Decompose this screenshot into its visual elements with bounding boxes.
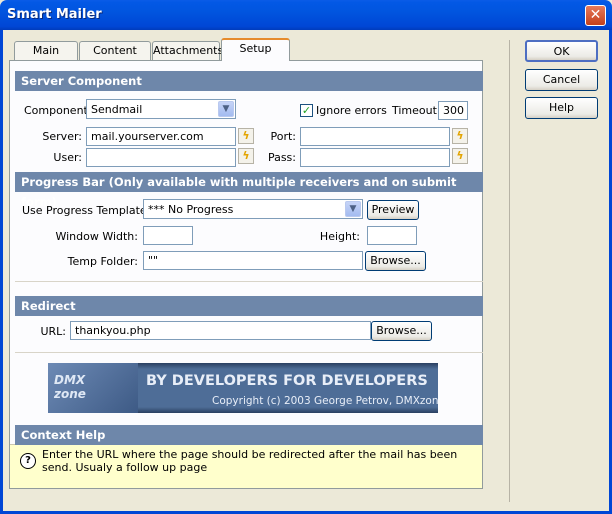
tab-attachments[interactable]: Attachments [152, 41, 223, 60]
window-width-label: Window Width: [55, 230, 138, 243]
chevron-down-icon: ▼ [345, 201, 361, 217]
component-label: Component: [24, 104, 92, 117]
tab-main[interactable]: Main [14, 41, 78, 60]
progress-template-select[interactable]: *** No Progress ▼ [143, 199, 363, 219]
height-input[interactable] [367, 226, 417, 245]
pass-label: Pass: [267, 151, 296, 164]
timeout-input[interactable]: 300 [438, 101, 468, 120]
close-button[interactable]: ✕ [585, 5, 606, 26]
window-width-input[interactable] [143, 226, 193, 245]
temp-folder-browse-button[interactable]: Browse... [365, 251, 426, 271]
tab-setup[interactable]: Setup [221, 38, 290, 61]
server-input[interactable]: mail.yourserver.com [86, 127, 236, 146]
progress-bar-heading: Progress Bar (Only available with multip… [15, 172, 483, 209]
window-frame-left [0, 30, 3, 514]
cancel-button[interactable]: Cancel [525, 69, 598, 91]
progress-template-label: Use Progress Template: [22, 204, 151, 217]
context-help-heading: Context Help [15, 425, 483, 445]
separator-line [509, 40, 510, 502]
port-bolt-icon[interactable]: ϟ [452, 128, 468, 144]
ignore-errors-checkbox[interactable]: ✓ [300, 104, 313, 117]
divider [15, 352, 483, 353]
chevron-down-icon: ▼ [218, 101, 234, 117]
pass-bolt-icon[interactable]: ϟ [452, 148, 468, 164]
dmxzone-banner: DMX zone BY DEVELOPERS FOR DEVELOPERS Co… [48, 363, 438, 413]
dmxzone-logo: DMX zone [48, 363, 138, 413]
url-input[interactable]: thankyou.php [70, 321, 371, 340]
port-label: Port: [270, 130, 296, 143]
height-label: Height: [319, 230, 360, 243]
ignore-errors-label: Ignore errors [316, 104, 387, 117]
redirect-heading: Redirect [15, 296, 483, 316]
server-label: Server: [42, 130, 82, 143]
timeout-label: Timeout: [392, 104, 441, 117]
close-icon: ✕ [589, 7, 602, 23]
context-help-text: Enter the URL where the page should be r… [42, 448, 458, 474]
user-label: User: [53, 151, 82, 164]
component-select[interactable]: Sendmail ▼ [86, 99, 236, 119]
window-title: Smart Mailer [7, 7, 102, 22]
server-component-heading: Server Component [15, 71, 483, 91]
logo-text-zone: zone [54, 387, 86, 401]
tab-content[interactable]: Content [79, 41, 151, 60]
preview-button[interactable]: Preview [367, 200, 419, 220]
url-browse-button[interactable]: Browse... [371, 321, 432, 341]
banner-copyright: Copyright (c) 2003 George Petrov, DMXzon… [212, 395, 438, 407]
ok-button[interactable]: OK [525, 40, 598, 62]
port-input[interactable] [300, 127, 450, 146]
pass-input[interactable] [300, 148, 450, 167]
progress-template-value: *** No Progress [148, 203, 234, 216]
temp-folder-label: Temp Folder: [67, 255, 138, 268]
divider [15, 281, 483, 282]
logo-text-dmx: DMX [54, 373, 86, 387]
url-label: URL: [40, 325, 66, 338]
component-value: Sendmail [91, 103, 143, 116]
help-icon: ? [20, 453, 36, 469]
banner-slogan: BY DEVELOPERS FOR DEVELOPERS [146, 373, 428, 389]
user-input[interactable] [86, 148, 236, 167]
help-button[interactable]: Help [525, 97, 598, 119]
temp-folder-input[interactable]: "" [143, 251, 363, 270]
